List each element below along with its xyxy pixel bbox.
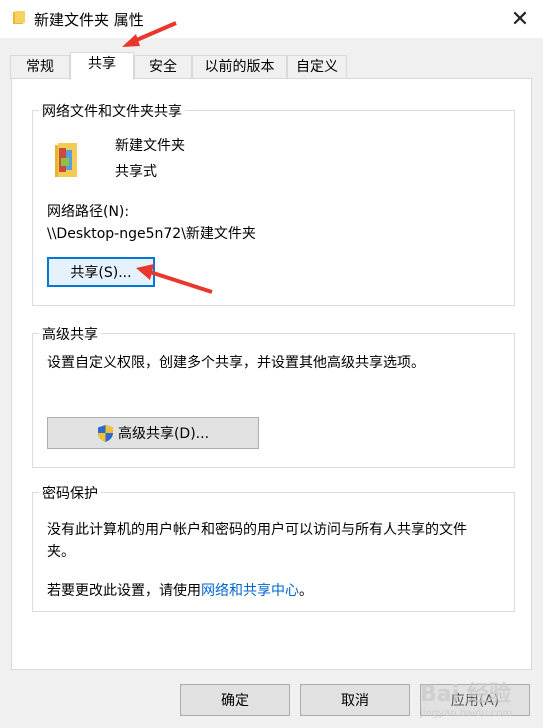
change-setting-text: 若要更改此设置，请使用网络和共享中心。 (47, 580, 313, 600)
network-path-label: 网络路径(N): (47, 204, 130, 220)
share-button[interactable]: 共享(S)... (47, 257, 155, 287)
password-protection-title: 密码保护 (39, 483, 101, 503)
sharing-panel: 网络文件和文件夹共享 新建文件夹 共享式 网络路径(N): \\Desktop-… (11, 78, 532, 670)
tab-general[interactable]: 常规 (10, 55, 70, 79)
change-setting-prefix: 若要更改此设置，请使用 (47, 583, 201, 599)
close-button[interactable]: ✕ (505, 4, 535, 34)
password-description-line1: 没有此计算机的用户帐户和密码的用户可以访问与所有人共享的文件 (47, 522, 467, 538)
properties-dialog: 新建文件夹 属性 ✕ 常规 共享 安全 以前的版本 自定义 网络文件和文件夹共享… (0, 0, 543, 728)
uac-shield-icon (97, 424, 113, 442)
advanced-sharing-title: 高级共享 (39, 324, 101, 344)
network-path-value: \\Desktop-nge5n72\新建文件夹 (47, 226, 256, 242)
watermark-sub: jingyan.baidu.com (420, 708, 513, 719)
window-title: 新建文件夹 属性 (34, 11, 144, 29)
advanced-sharing-group: 高级共享 设置自定义权限，创建多个共享，并设置其他高级共享选项。 高级共享(D)… (32, 324, 515, 468)
folder-icon (13, 11, 25, 24)
watermark-text: Bai 经验 (420, 682, 511, 707)
ok-button[interactable]: 确定 (180, 684, 290, 716)
shared-folder-icon (55, 143, 77, 177)
watermark: Bai 经验 jingyan.baidu.com (420, 676, 538, 724)
advanced-sharing-button-label: 高级共享(D)... (117, 426, 210, 442)
tab-security[interactable]: 安全 (134, 55, 192, 79)
tab-sharing[interactable]: 共享 (70, 52, 134, 80)
advanced-sharing-button[interactable]: 高级共享(D)... (47, 417, 259, 449)
share-state: 共享式 (115, 164, 157, 180)
title-bar[interactable]: 新建文件夹 属性 ✕ (0, 0, 543, 38)
network-sharing-group: 网络文件和文件夹共享 新建文件夹 共享式 网络路径(N): \\Desktop-… (32, 101, 515, 306)
network-sharing-title: 网络文件和文件夹共享 (39, 101, 185, 121)
folder-name: 新建文件夹 (115, 138, 185, 154)
cancel-button[interactable]: 取消 (300, 684, 410, 716)
password-description-line2: 夹。 (47, 544, 75, 560)
change-setting-suffix: 。 (299, 583, 313, 599)
tab-previous-versions[interactable]: 以前的版本 (192, 55, 287, 79)
network-sharing-center-link[interactable]: 网络和共享中心 (201, 583, 299, 599)
tab-customize[interactable]: 自定义 (287, 55, 347, 79)
advanced-sharing-description: 设置自定义权限，创建多个共享，并设置其他高级共享选项。 (47, 355, 425, 371)
password-protection-group: 密码保护 没有此计算机的用户帐户和密码的用户可以访问与所有人共享的文件 夹。 若… (32, 483, 515, 612)
